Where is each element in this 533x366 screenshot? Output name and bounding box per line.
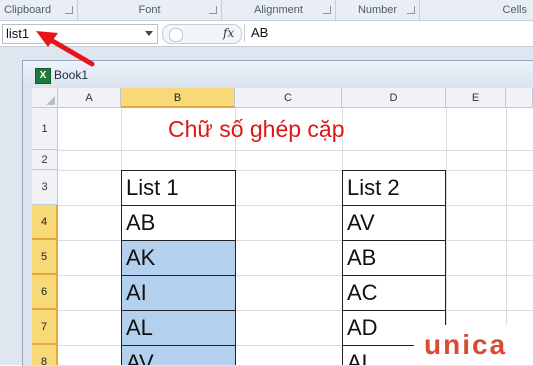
watermark-text: unica	[424, 329, 508, 360]
red-arrow-icon	[36, 31, 95, 67]
watermark-logo: unica	[414, 325, 533, 365]
